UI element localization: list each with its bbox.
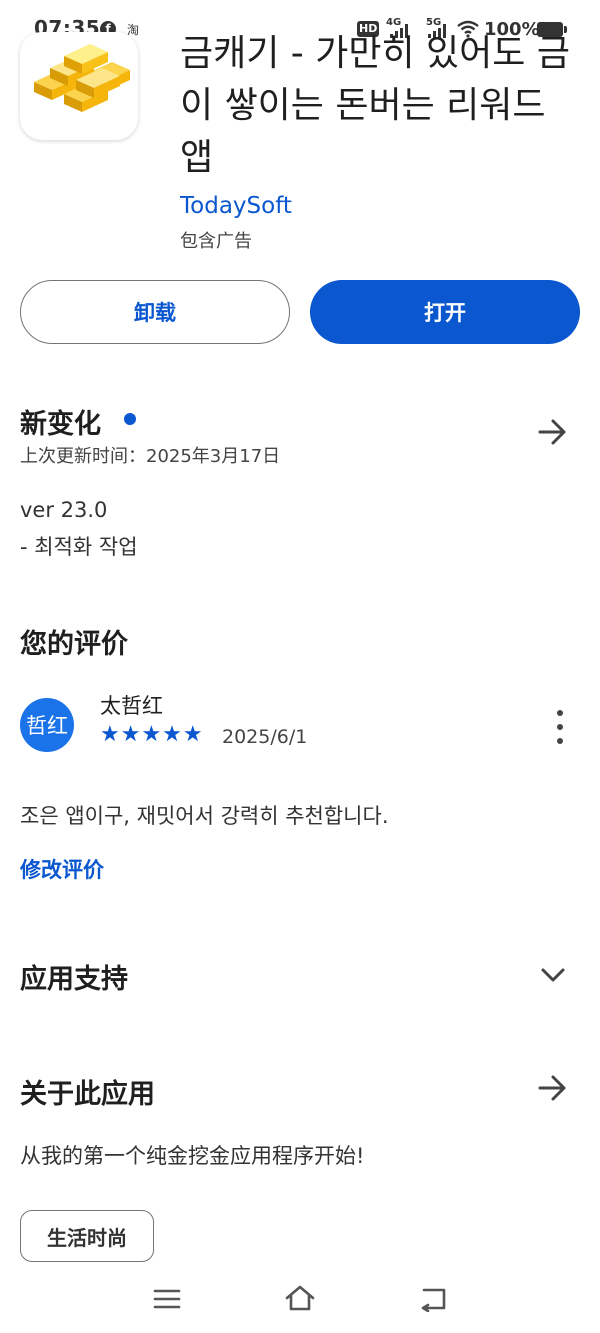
new-indicator-dot: [124, 413, 136, 425]
review-text: 조은 앱이구, 재밋어서 강력히 추천합니다.: [20, 804, 389, 828]
more-options-icon[interactable]: [548, 710, 572, 744]
whats-new-header[interactable]: 新变化 上次更新时间：2025年3月17日: [0, 390, 600, 474]
whats-new-title: 新变化: [20, 409, 101, 440]
avatar: 哲红: [20, 698, 74, 752]
back-icon[interactable]: [418, 1286, 448, 1312]
version-text: ver 23.0: [20, 498, 108, 522]
more-dot: [557, 738, 563, 744]
uninstall-button[interactable]: 卸载: [20, 280, 290, 344]
reviewer-name: 太哲红: [100, 694, 163, 718]
developer-link[interactable]: TodaySoft: [180, 193, 292, 219]
about-app-header[interactable]: 关于此应用: [0, 1060, 600, 1120]
app-support-section[interactable]: 应用支持: [0, 945, 600, 1005]
open-button[interactable]: 打开: [310, 280, 580, 344]
category-chip[interactable]: 生活时尚: [20, 1210, 154, 1262]
uninstall-button-label: 卸载: [134, 301, 176, 325]
contains-ads-label: 包含广告: [180, 231, 252, 252]
star-rating: ★★★★★: [100, 722, 204, 747]
more-dot: [557, 724, 563, 730]
last-updated-text: 上次更新时间：2025年3月17日: [20, 446, 281, 467]
avatar-text: 哲红: [26, 714, 68, 738]
category-chip-label: 生活时尚: [47, 1225, 127, 1250]
about-description: 从我的第一个纯金挖金应用程序开始!: [20, 1144, 365, 1168]
system-nav-bar: [0, 1270, 600, 1333]
gold-bars-icon: [34, 44, 130, 112]
home-icon[interactable]: [284, 1284, 316, 1312]
chevron-down-icon: [541, 968, 565, 982]
review-date: 2025/6/1: [222, 726, 308, 748]
arrow-right-icon: [538, 1075, 566, 1101]
more-dot: [557, 710, 563, 716]
menu-icon[interactable]: [153, 1288, 181, 1310]
about-app-title: 关于此应用: [20, 1079, 155, 1110]
arrow-right-icon: [538, 419, 566, 445]
app-title: 금캐기 - 가만히 있어도 금이 쌓이는 돈버는 리워드 앱: [180, 33, 570, 178]
app-support-title: 应用支持: [20, 964, 128, 995]
edit-review-link[interactable]: 修改评价: [20, 854, 104, 884]
open-button-label: 打开: [424, 301, 466, 325]
release-note-text: - 최적화 작업: [20, 535, 138, 559]
app-icon: [20, 32, 138, 140]
your-review-title: 您的评价: [20, 629, 128, 660]
